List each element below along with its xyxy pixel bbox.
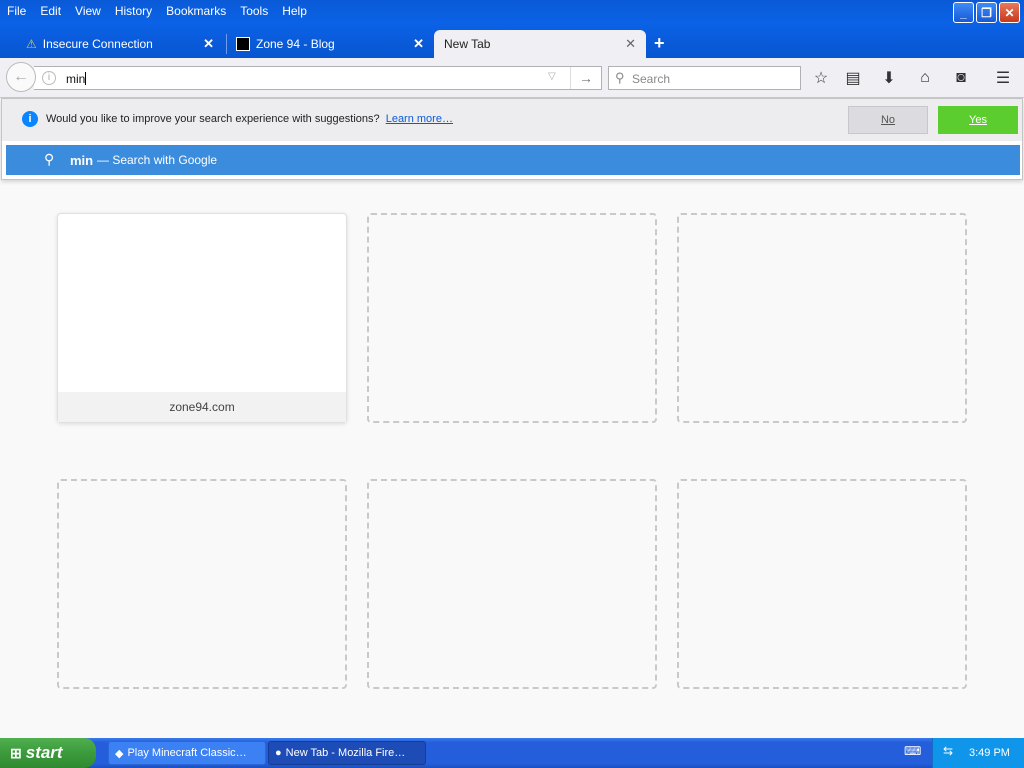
menubar: File Edit View History Bookmarks Tools H… <box>0 0 314 22</box>
opt-in-question: Would you like to improve your search ex… <box>46 113 453 125</box>
tile-caption: zone94.com <box>58 392 346 422</box>
info-circle-icon: i <box>22 111 38 127</box>
downloads-button[interactable]: ⬇ <box>876 66 902 90</box>
suggestion-action: — Search with Google <box>97 153 218 167</box>
menu-help[interactable]: Help <box>275 0 314 22</box>
empty-tile-slot <box>677 479 967 689</box>
no-button[interactable]: No <box>848 106 928 134</box>
menu-history[interactable]: History <box>108 0 159 22</box>
pocket-icon: ◙ <box>956 69 966 86</box>
menu-file[interactable]: File <box>0 0 33 22</box>
tab-new-tab[interactable]: New Tab ✕ <box>434 30 646 58</box>
menu-view[interactable]: View <box>68 0 108 22</box>
firefox-icon: ● <box>275 747 282 759</box>
menu-bookmarks[interactable]: Bookmarks <box>159 0 233 22</box>
suggestion-query: min <box>70 153 94 168</box>
tab-label: Zone 94 - Blog <box>256 37 335 51</box>
search-icon: ⚲ <box>44 151 55 167</box>
search-with-google-row[interactable]: ⚲ min — Search with Google <box>6 145 1020 175</box>
bookmark-star-button[interactable]: ☆ <box>808 66 834 90</box>
window-controls: _ ❐ ✕ <box>953 2 1020 23</box>
menu-edit[interactable]: Edit <box>33 0 68 22</box>
taskbar: ⊞ start ◆ Play Minecraft Classic… ● New … <box>0 738 1024 768</box>
tab-close-button[interactable]: ✕ <box>625 36 636 52</box>
network-icon[interactable]: ⇆ <box>943 744 953 758</box>
hamburger-menu-icon: ☰ <box>995 70 1011 87</box>
app-icon: ◆ <box>115 747 124 760</box>
home-icon: ⌂ <box>920 69 930 86</box>
taskbar-item-firefox[interactable]: ● New Tab - Mozilla Fire… <box>268 741 426 765</box>
tab-label: New Tab <box>444 37 491 51</box>
tab-close-button[interactable]: ✕ <box>203 36 214 52</box>
restore-button[interactable]: ❐ <box>976 2 997 23</box>
search-icon: ⚲ <box>615 70 625 85</box>
star-icon: ☆ <box>813 70 829 87</box>
start-label: start <box>25 743 63 762</box>
home-button[interactable]: ⌂ <box>912 66 938 90</box>
tab-label: Insecure Connection <box>42 37 153 51</box>
info-icon[interactable]: i <box>42 71 56 85</box>
new-tab-button[interactable]: + <box>654 33 665 54</box>
warning-icon: ⚠ <box>26 37 37 51</box>
clipboard-icon: ▤ <box>845 70 861 87</box>
pocket-button[interactable]: ◙ <box>948 66 974 90</box>
menu-tools[interactable]: Tools <box>233 0 275 22</box>
suggestions-opt-in-bar: i Would you like to improve your search … <box>2 99 1022 141</box>
empty-tile-slot <box>367 213 657 423</box>
close-window-button[interactable]: ✕ <box>999 2 1020 23</box>
open-menu-button[interactable]: ☰ <box>990 66 1016 90</box>
dropdown-arrow-icon[interactable]: ▽ <box>548 71 556 82</box>
top-site-tile[interactable]: zone94.com <box>57 213 347 423</box>
tab-strip: ⚠ Insecure Connection ✕ Zone 94 - Blog ✕… <box>0 30 1024 58</box>
task-label: New Tab - Mozilla Fire… <box>285 747 406 759</box>
task-label: Play Minecraft Classic… <box>127 747 247 759</box>
tab-zone94-blog[interactable]: Zone 94 - Blog ✕ <box>226 30 434 58</box>
empty-tile-slot <box>367 479 657 689</box>
navigation-toolbar: i min ▽ → ← ⚲ Search ☆ ▤ ⬇ ⌂ ◙ ☰ <box>0 58 1024 98</box>
bookmarks-list-button[interactable]: ▤ <box>840 66 866 90</box>
yes-button[interactable]: Yes <box>938 106 1018 134</box>
url-bar[interactable]: i min ▽ → <box>34 66 602 90</box>
system-tray: ⇆ 3:49 PM <box>932 738 1024 768</box>
go-arrow-button[interactable]: → <box>570 67 601 89</box>
window-titlebar: File Edit View History Bookmarks Tools H… <box>0 0 1024 58</box>
empty-tile-slot <box>677 213 967 423</box>
keyboard-icon[interactable]: ⌨ <box>904 744 921 758</box>
clock: 3:49 PM <box>969 747 1010 759</box>
search-suggestions-popup: i Would you like to improve your search … <box>1 98 1023 180</box>
empty-tile-slot <box>57 479 347 689</box>
tab-close-button[interactable]: ✕ <box>413 36 424 52</box>
back-button[interactable]: ← <box>6 62 36 92</box>
learn-more-link[interactable]: Learn more… <box>386 113 453 125</box>
tab-insecure-connection[interactable]: ⚠ Insecure Connection ✕ <box>16 30 224 58</box>
url-input[interactable]: min <box>66 72 86 86</box>
taskbar-item-minecraft[interactable]: ◆ Play Minecraft Classic… <box>108 741 266 765</box>
search-placeholder: Search <box>632 72 671 86</box>
back-arrow-icon: ← <box>13 68 29 85</box>
site-favicon-icon <box>236 37 250 51</box>
search-bar[interactable]: ⚲ Search <box>608 66 801 90</box>
opt-in-text: Would you like to improve your search ex… <box>46 113 380 125</box>
download-arrow-icon: ⬇ <box>882 70 896 87</box>
minimize-button[interactable]: _ <box>953 2 974 23</box>
start-button[interactable]: ⊞ start <box>0 738 96 768</box>
windows-logo-icon: ⊞ <box>10 744 22 761</box>
